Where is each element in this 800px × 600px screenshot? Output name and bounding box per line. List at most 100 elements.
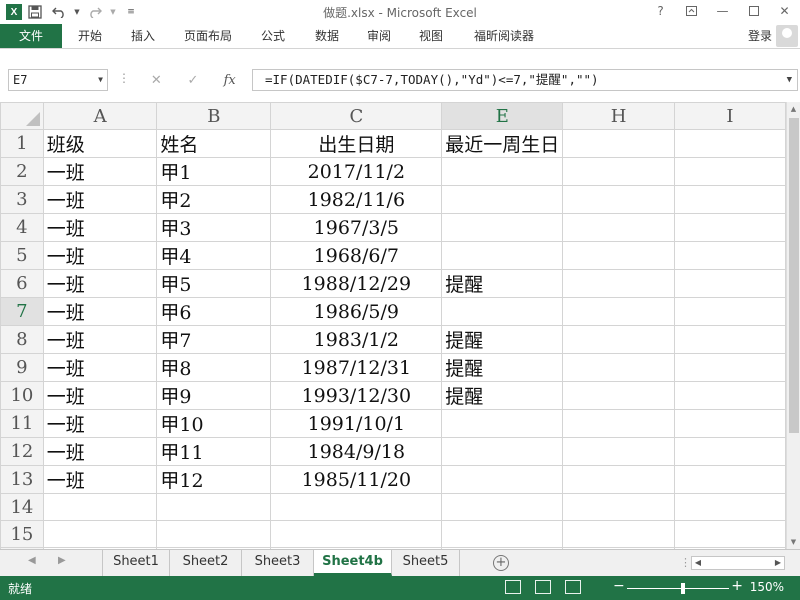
scroll-right-icon[interactable]: ▶ (772, 557, 784, 569)
cell-b6[interactable]: 甲5 (156, 269, 272, 298)
cell-c7[interactable]: 1986/5/9 (270, 297, 443, 326)
cell-e2[interactable] (441, 157, 564, 186)
cell-i7[interactable] (673, 297, 786, 326)
cell-h9[interactable] (562, 353, 675, 382)
cell-c11[interactable]: 1991/10/1 (270, 409, 443, 438)
cell-a3[interactable]: 一班 (42, 185, 158, 214)
cell-a4[interactable]: 一班 (42, 213, 158, 242)
cell-c6[interactable]: 1988/12/29 (270, 269, 443, 298)
sheet-tab-sheet2[interactable]: Sheet2 (170, 550, 242, 576)
sheet-tab-sheet5[interactable]: Sheet5 (392, 550, 460, 576)
cell-a6[interactable]: 一班 (42, 269, 158, 298)
cell-a5[interactable]: 一班 (42, 241, 158, 270)
column-header-e[interactable]: E (441, 102, 564, 130)
cell-h4[interactable] (562, 213, 675, 242)
cell-h10[interactable] (562, 381, 675, 410)
sign-in-link[interactable]: 登录 (748, 24, 772, 48)
cell-a11[interactable]: 一班 (42, 409, 158, 438)
cell-e7[interactable] (441, 297, 564, 326)
cell-i5[interactable] (673, 241, 786, 270)
cell-h11[interactable] (562, 409, 675, 438)
cell-h3[interactable] (562, 185, 675, 214)
cell-b2[interactable]: 甲1 (156, 157, 272, 186)
cell-h7[interactable] (562, 297, 675, 326)
row-header[interactable]: 2 (0, 157, 44, 186)
column-header-h[interactable]: H (562, 102, 675, 130)
cell-a8[interactable]: 一班 (42, 325, 158, 354)
cell-i3[interactable] (673, 185, 786, 214)
cell-b3[interactable]: 甲2 (156, 185, 272, 214)
tab-foxit-reader[interactable]: 福昕阅读器 (464, 24, 544, 48)
cell-e13[interactable] (441, 465, 564, 494)
cell-e5[interactable] (441, 241, 564, 270)
cell-b8[interactable]: 甲7 (156, 325, 272, 354)
row-header[interactable]: 10 (0, 381, 44, 410)
cell-b11[interactable]: 甲10 (156, 409, 272, 438)
avatar[interactable] (776, 25, 798, 47)
cell-h13[interactable] (562, 465, 675, 494)
cell-c2[interactable]: 2017/11/2 (270, 157, 443, 186)
cell-a10[interactable]: 一班 (42, 381, 158, 410)
cell-a1[interactable]: 班级 (42, 129, 158, 158)
cell-i12[interactable] (673, 437, 786, 466)
cell-e11[interactable] (441, 409, 564, 438)
cell-h2[interactable] (562, 157, 675, 186)
cell-c1[interactable]: 出生日期 (270, 129, 443, 158)
previous-sheet-icon[interactable]: ◀ (28, 555, 36, 566)
row-header[interactable]: 13 (0, 465, 44, 494)
cell-c8[interactable]: 1983/1/2 (270, 325, 443, 354)
row-header[interactable]: 3 (0, 185, 44, 214)
worksheet-grid[interactable]: A B C E H I 1 班级 姓名 出生日期 最近一周生日 2 一班 甲1 2017/11/… (0, 102, 786, 549)
cell-a15[interactable] (42, 520, 158, 548)
row-header[interactable]: 5 (0, 241, 44, 270)
insert-function-icon[interactable]: fx (211, 69, 248, 91)
row-header[interactable]: 8 (0, 325, 44, 354)
tab-home[interactable]: 开始 (66, 24, 114, 48)
cell-c4[interactable]: 1967/3/5 (270, 213, 443, 242)
cell-a13[interactable]: 一班 (42, 465, 158, 494)
cell-e14[interactable] (441, 493, 564, 521)
cell-a9[interactable]: 一班 (42, 353, 158, 382)
scroll-up-icon[interactable]: ▲ (787, 102, 800, 116)
cell-c14[interactable] (270, 493, 443, 521)
cell-h15[interactable] (562, 520, 675, 548)
cell-i13[interactable] (673, 465, 786, 494)
scroll-thumb[interactable] (789, 118, 799, 433)
row-header[interactable]: 1 (0, 129, 44, 158)
cell-e9[interactable]: 提醒 (441, 353, 564, 382)
scroll-left-icon[interactable]: ◀ (692, 557, 704, 569)
page-break-preview-icon[interactable] (565, 580, 581, 594)
row-header[interactable]: 6 (0, 269, 44, 298)
row-header[interactable]: 7 (0, 297, 44, 326)
help-icon[interactable]: ? (645, 0, 676, 22)
column-header-a[interactable]: A (42, 102, 158, 130)
zoom-level[interactable]: 150% (750, 580, 784, 594)
scroll-down-icon[interactable]: ▼ (787, 535, 800, 549)
row-header[interactable]: 15 (0, 520, 44, 548)
tab-page-layout[interactable]: 页面布局 (176, 24, 240, 48)
row-header[interactable]: 14 (0, 493, 44, 521)
cell-h6[interactable] (562, 269, 675, 298)
cell-i11[interactable] (673, 409, 786, 438)
row-header[interactable]: 9 (0, 353, 44, 382)
zoom-slider[interactable]: − + (613, 578, 743, 596)
cell-b9[interactable]: 甲8 (156, 353, 272, 382)
cell-e10[interactable]: 提醒 (441, 381, 564, 410)
cell-h5[interactable] (562, 241, 675, 270)
row-header[interactable]: 12 (0, 437, 44, 466)
tab-data[interactable]: 数据 (306, 24, 348, 48)
cell-e15[interactable] (441, 520, 564, 548)
column-header-b[interactable]: B (156, 102, 272, 130)
cell-i2[interactable] (673, 157, 786, 186)
cell-b13[interactable]: 甲12 (156, 465, 272, 494)
close-icon[interactable]: ✕ (769, 0, 800, 22)
cell-c15[interactable] (270, 520, 443, 548)
cell-i8[interactable] (673, 325, 786, 354)
column-header-c[interactable]: C (270, 102, 443, 130)
sheet-tab-sheet4b[interactable]: Sheet4b (314, 550, 392, 576)
vertical-scrollbar[interactable]: ▲ ▼ (786, 102, 800, 549)
cell-b15[interactable] (156, 520, 272, 548)
cell-i15[interactable] (673, 520, 786, 548)
cell-a7[interactable]: 一班 (42, 297, 158, 326)
row-header[interactable]: 11 (0, 409, 44, 438)
